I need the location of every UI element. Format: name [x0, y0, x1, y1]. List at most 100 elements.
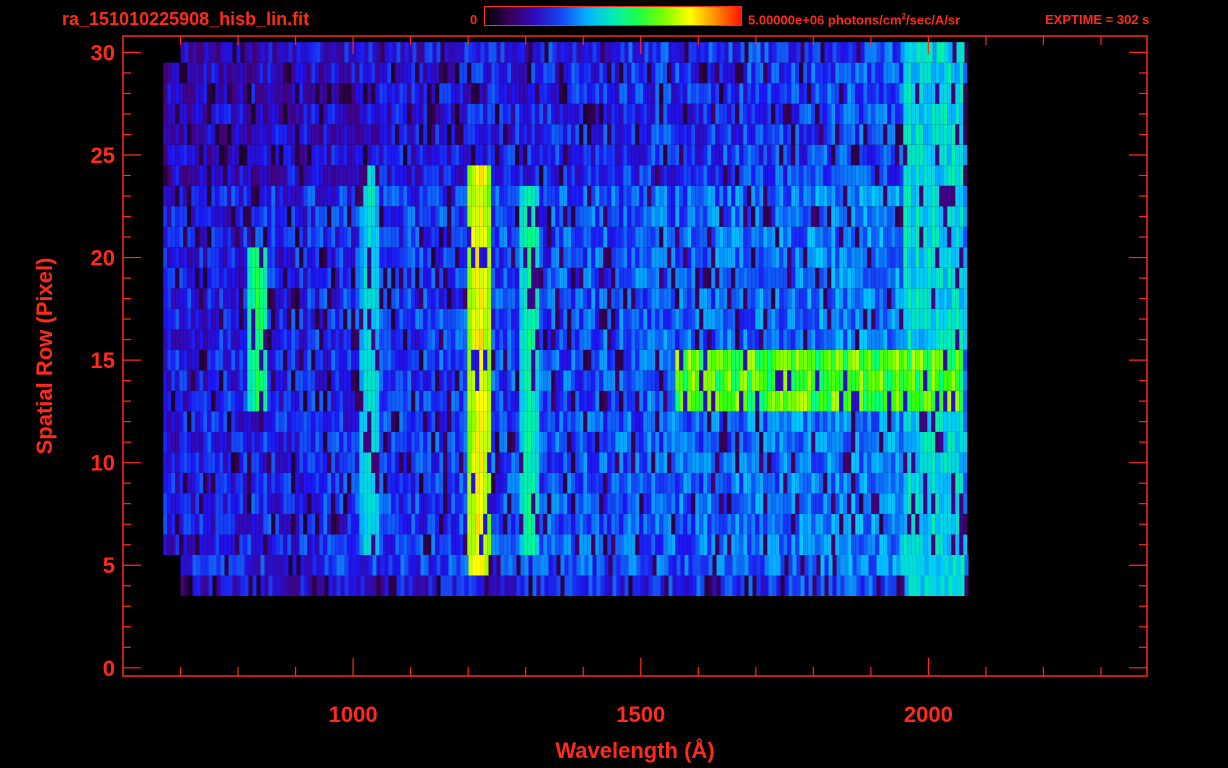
heatmap-cell — [635, 247, 640, 268]
heatmap-cell — [451, 247, 456, 268]
heatmap-cell — [839, 308, 844, 330]
heatmap-cell — [355, 370, 360, 391]
heatmap-cell — [547, 103, 552, 125]
heatmap-cell — [775, 185, 780, 207]
heatmap-cell — [335, 185, 340, 207]
heatmap-cell — [895, 452, 900, 473]
heatmap-cell — [287, 267, 292, 289]
heatmap-cell — [339, 329, 344, 350]
heatmap-cell — [511, 534, 516, 555]
heatmap-cell — [579, 83, 584, 104]
heatmap-cell — [427, 513, 432, 535]
heatmap-cell — [711, 513, 716, 535]
heatmap-cell — [527, 431, 532, 453]
heatmap-cell — [591, 185, 596, 207]
heatmap-cell — [431, 185, 436, 207]
heatmap-cell — [799, 329, 804, 350]
heatmap-cell — [935, 103, 940, 125]
heatmap-cell — [935, 472, 940, 494]
heatmap-cell — [568, 575, 573, 596]
heatmap-cell — [675, 452, 680, 473]
heatmap-cell — [519, 329, 524, 350]
heatmap-cell — [296, 575, 301, 596]
heatmap-cell — [531, 513, 536, 535]
heatmap-cell — [287, 534, 292, 555]
heatmap-cell — [655, 206, 660, 227]
heatmap-cell — [563, 288, 568, 309]
heatmap-cell — [931, 513, 936, 535]
heatmap-cell — [163, 144, 168, 166]
heatmap-cell — [463, 185, 468, 207]
heatmap-cell — [295, 411, 300, 432]
heatmap-cell — [331, 247, 336, 268]
heatmap-cell — [751, 452, 756, 473]
heatmap-cell — [927, 431, 932, 453]
heatmap-cell — [675, 472, 680, 494]
heatmap-cell — [803, 288, 808, 309]
heatmap-cell — [731, 513, 736, 535]
heatmap-cell — [883, 308, 888, 330]
heatmap-cell — [211, 329, 216, 350]
heatmap-cell — [363, 267, 368, 289]
heatmap-cell — [499, 431, 504, 453]
heatmap-cell — [635, 534, 640, 555]
heatmap-cell — [499, 370, 504, 391]
heatmap-cell — [216, 554, 221, 576]
heatmap-cell — [527, 308, 532, 330]
heatmap-cell — [619, 83, 624, 104]
heatmap-cell — [587, 452, 592, 473]
heatmap-cell — [451, 165, 456, 186]
heatmap-cell — [551, 329, 556, 350]
heatmap-cell — [787, 288, 792, 309]
heatmap-cell — [851, 390, 856, 412]
heatmap-cell — [243, 493, 248, 514]
heatmap-cell — [332, 575, 337, 596]
heatmap-cell — [759, 370, 764, 391]
heatmap-cell — [367, 206, 372, 227]
heatmap-cell — [423, 103, 428, 125]
heatmap-cell — [531, 308, 536, 330]
heatmap-cell — [439, 370, 444, 391]
heatmap-cell — [219, 370, 224, 391]
heatmap-cell — [655, 185, 660, 207]
heatmap-cell — [207, 370, 212, 391]
heatmap-cell — [675, 431, 680, 453]
heatmap-cell — [595, 493, 600, 514]
heatmap-cell — [203, 349, 208, 371]
heatmap-cell — [571, 103, 576, 125]
heatmap-cell — [375, 493, 380, 514]
heatmap-cell — [195, 493, 200, 514]
heatmap-cell — [771, 431, 776, 453]
heatmap-cell — [915, 493, 920, 514]
heatmap-cell — [699, 513, 704, 535]
heatmap-cell — [787, 165, 792, 186]
heatmap-cell — [607, 411, 612, 432]
heatmap-cell — [411, 493, 416, 514]
heatmap-cell — [847, 185, 852, 207]
heatmap-cell — [931, 534, 936, 555]
heatmap-cell — [599, 165, 604, 186]
heatmap-cell — [916, 575, 921, 596]
heatmap-cell — [431, 288, 436, 309]
heatmap-cell — [423, 185, 428, 207]
heatmap-cell — [875, 165, 880, 186]
heatmap-cell — [307, 472, 312, 494]
heatmap-cell — [311, 472, 316, 494]
heatmap-cell — [907, 185, 912, 207]
heatmap-cell — [659, 329, 664, 350]
heatmap-cell — [228, 554, 233, 576]
heatmap-cell — [883, 124, 888, 145]
heatmap-cell — [203, 144, 208, 166]
heatmap-cell — [619, 390, 624, 412]
heatmap-cell — [635, 431, 640, 453]
heatmap-cell — [187, 472, 192, 494]
heatmap-cell — [747, 83, 752, 104]
heatmap-cell — [299, 513, 304, 535]
heatmap-cell — [379, 226, 384, 248]
heatmap-cell — [459, 452, 464, 473]
heatmap-cell — [407, 165, 412, 186]
heatmap-cell — [756, 575, 761, 596]
heatmap-cell — [903, 124, 908, 145]
heatmap-cell — [379, 513, 384, 535]
heatmap-cell — [751, 493, 756, 514]
